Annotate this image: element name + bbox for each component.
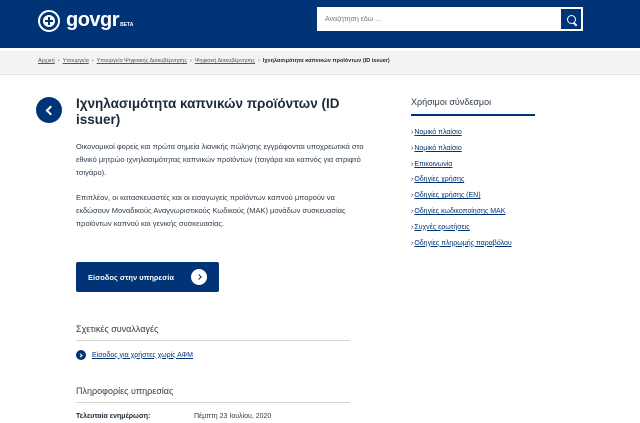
service-info-heading: Πληροφορίες υπηρεσίας bbox=[76, 386, 174, 396]
useful-link-legal-2[interactable]: Νομικό πλαίσιο bbox=[414, 145, 461, 152]
useful-link-user-guide[interactable]: Οδηγίες χρήσης bbox=[414, 176, 464, 183]
useful-link-item: ›Νομικό πλαίσιο bbox=[411, 144, 462, 152]
logo-text: govgr bbox=[66, 9, 120, 31]
useful-link-item: ›Οδηγίες πληρωμής παραβόλου bbox=[411, 239, 512, 247]
breadcrumb-section[interactable]: Ψηφιακή Διακυβέρνησης bbox=[195, 58, 255, 64]
divider bbox=[76, 340, 350, 341]
useful-link-user-guide-en[interactable]: Οδηγίες χρήσης (EN) bbox=[414, 192, 480, 199]
govgr-logo[interactable]: govgr BETA bbox=[38, 9, 133, 32]
search-button[interactable] bbox=[559, 7, 583, 31]
breadcrumb-bar: Αρχική › Υπουργεία › Υπουργείο Ψηφιακής Δι… bbox=[0, 51, 640, 75]
enter-service-label: Είσοδος στην υπηρεσία bbox=[88, 272, 174, 282]
related-link-item[interactable]: Είσοδος για χρήστες χωρίς ΑΦΜ bbox=[76, 350, 193, 360]
related-link-no-afm[interactable]: Είσοδος για χρήστες χωρίς ΑΦΜ bbox=[92, 352, 193, 359]
last-updated-row: Τελευταία ενημέρωση: Πέμπτη 23 Ιουλίου, … bbox=[76, 413, 376, 420]
page-title: Ιχνηλασιμότητα καπνικών προϊόντων (ID is… bbox=[76, 96, 340, 127]
breadcrumb-current: Ιχνηλασιμότητα καπνικών προϊόντων (ID is… bbox=[262, 58, 390, 64]
useful-link-faq[interactable]: Συχνές ερωτήσεις bbox=[414, 224, 469, 231]
search-input[interactable] bbox=[317, 7, 559, 31]
beta-badge: BETA bbox=[120, 21, 134, 28]
breadcrumb: Αρχική › Υπουργεία › Υπουργείο Ψηφιακής Δι… bbox=[38, 58, 390, 64]
chevron-right-icon bbox=[191, 269, 207, 285]
description-paragraph-2: Επιπλέον, οι κατασκευαστές και οι εισαγω… bbox=[76, 193, 346, 228]
divider bbox=[76, 402, 350, 403]
chevron-left-icon bbox=[45, 105, 56, 115]
chevron-right-icon bbox=[76, 350, 86, 360]
breadcrumb-ministries[interactable]: Υπουργεία bbox=[63, 58, 89, 64]
greek-emblem-icon bbox=[38, 9, 60, 32]
useful-link-item: ›Οδηγίες χρήσης (EN) bbox=[411, 192, 481, 200]
search-box bbox=[317, 7, 583, 31]
useful-links-divider bbox=[411, 114, 535, 116]
useful-link-fee-payment[interactable]: Οδηγίες πληρωμής παραβόλου bbox=[414, 240, 511, 247]
useful-link-item: ›Επικοινωνία bbox=[411, 160, 453, 168]
related-transactions-heading: Σχετικές συναλλαγές bbox=[76, 324, 159, 334]
last-updated-value: Πέμπτη 23 Ιουλίου, 2020 bbox=[194, 413, 272, 420]
useful-link-legal-1[interactable]: Νομικό πλαίσιο bbox=[414, 129, 461, 136]
useful-links-list: ›Νομικό πλαίσιο ›Νομικό πλαίσιο ›Επικοιν… bbox=[411, 125, 512, 251]
useful-links-heading: Χρήσιμοι σύνδεσμοι bbox=[411, 97, 492, 107]
enter-service-button[interactable]: Είσοδος στην υπηρεσία bbox=[76, 262, 219, 292]
description-paragraph-1: Οικονομικοί φορείς και πρώτα σημεία λιαν… bbox=[76, 142, 364, 177]
useful-link-contact[interactable]: Επικοινωνία bbox=[414, 161, 452, 168]
top-header: govgr BETA bbox=[0, 0, 640, 48]
useful-link-item: ›Συχνές ερωτήσεις bbox=[411, 223, 470, 231]
useful-link-item: ›Νομικό πλαίσιο bbox=[411, 129, 462, 136]
back-button[interactable] bbox=[36, 97, 62, 123]
useful-link-item: ›Οδηγίες χρήσης bbox=[411, 176, 465, 184]
breadcrumb-home[interactable]: Αρχική bbox=[38, 58, 55, 64]
last-updated-label: Τελευταία ενημέρωση: bbox=[76, 413, 151, 420]
breadcrumb-ministry[interactable]: Υπουργείο Ψηφιακής Διακυβέρνησης bbox=[97, 58, 187, 64]
useful-link-mak-coding[interactable]: Οδηγίες κωδικοποίησης ΜΑΚ bbox=[414, 208, 505, 215]
useful-link-item: ›Οδηγίες κωδικοποίησης ΜΑΚ bbox=[411, 207, 506, 215]
search-icon bbox=[566, 14, 576, 24]
